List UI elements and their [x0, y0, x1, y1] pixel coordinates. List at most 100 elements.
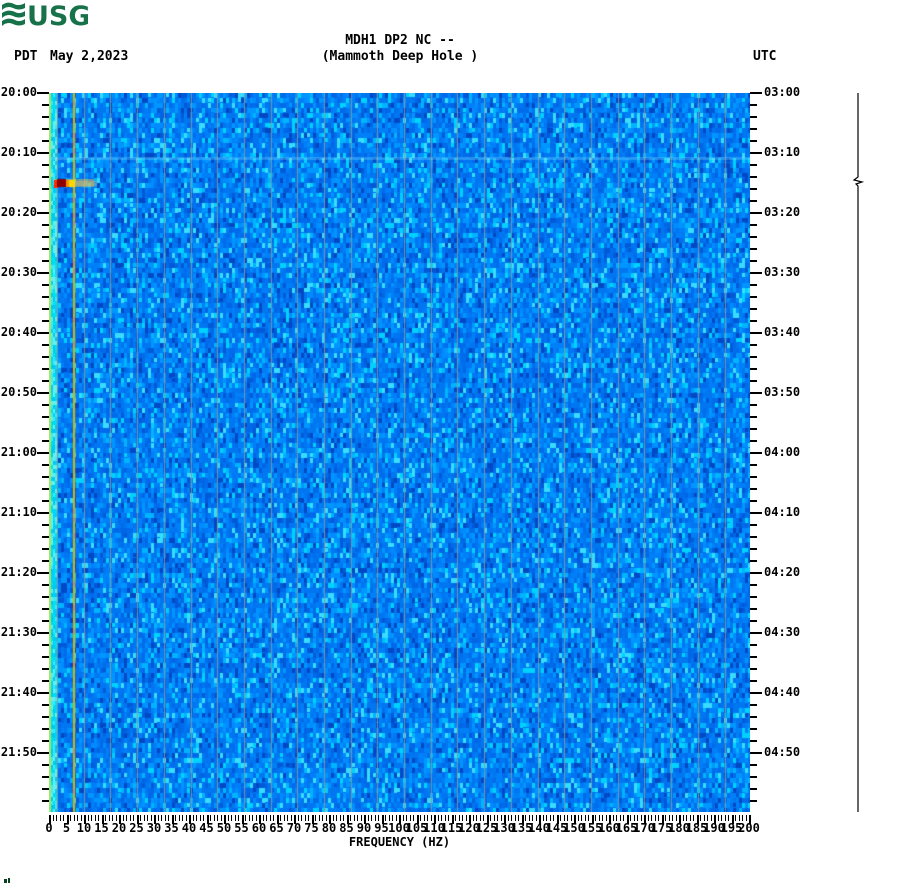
right-axis-tick: [750, 572, 762, 574]
left-axis-tick: [42, 560, 49, 562]
frequency-axis-tick: [297, 815, 299, 821]
left-axis-tick: [37, 452, 49, 454]
left-axis-tick: [37, 332, 49, 334]
right-axis-tick: [750, 584, 757, 586]
frequency-axis-tick: [91, 815, 92, 821]
frequency-axis-tick: [210, 815, 211, 821]
right-axis-tick: [750, 260, 757, 262]
left-axis-tick: [42, 308, 49, 310]
right-axis-tick: [750, 536, 757, 538]
right-axis-tick: [750, 368, 757, 370]
right-axis-tick-label: 04:10: [764, 505, 801, 519]
frequency-axis-tick: [227, 815, 229, 821]
right-axis-tick: [750, 548, 757, 550]
right-axis-tick: [750, 620, 757, 622]
left-axis-tick-label: 20:20: [0, 205, 37, 219]
right-axis-tick: [750, 764, 757, 766]
frequency-axis-tick: [231, 815, 232, 821]
left-axis-tick: [42, 104, 49, 106]
left-axis-tick: [42, 176, 49, 178]
frequency-axis-tick: [192, 815, 194, 821]
left-axis-tick: [42, 668, 49, 670]
frequency-axis-tick: [59, 815, 61, 821]
left-axis-tick: [37, 692, 49, 694]
left-axis-tick: [42, 608, 49, 610]
left-axis-tick: [42, 320, 49, 322]
left-axis-tick-label: 20:40: [0, 325, 37, 339]
frequency-axis-tick-label: 70: [286, 821, 302, 835]
right-axis-tick: [750, 740, 757, 742]
frequency-axis-tick: [140, 815, 141, 821]
frequency-axis-tick: [108, 815, 110, 821]
frequency-axis-tick: [735, 815, 736, 821]
left-axis-tick: [42, 356, 49, 358]
frequency-axis-tick-label: 25: [129, 821, 144, 835]
right-axis-tick: [750, 236, 757, 238]
frequency-axis-tick: [332, 815, 334, 821]
frequency-axis-tick: [525, 815, 526, 821]
left-axis-tick: [42, 344, 49, 346]
left-axis-tick: [42, 464, 49, 466]
right-axis-tick-label: 03:40: [764, 325, 801, 339]
frequency-axis-tick: [196, 815, 197, 821]
right-axis-tick: [750, 452, 762, 454]
right-axis-tick: [750, 476, 757, 478]
frequency-axis-tick-label: 60: [251, 821, 267, 835]
left-axis-tick: [37, 512, 49, 514]
frequency-axis-tick: [647, 815, 649, 821]
frequency-axis-tick: [336, 815, 337, 821]
frequency-axis-tick: [52, 815, 54, 821]
left-axis-tick: [42, 656, 49, 658]
frequency-axis-tick-label: 65: [269, 821, 284, 835]
frequency-axis-tick: [717, 815, 719, 821]
right-axis-tick: [750, 320, 757, 322]
left-axis-tick: [42, 740, 49, 742]
frequency-axis-tick: [262, 815, 264, 821]
right-axis-tick: [750, 416, 757, 418]
right-axis-tick: [750, 608, 757, 610]
frequency-axis-tick: [315, 815, 316, 821]
left-axis-tick-label: 21:30: [0, 625, 37, 639]
frequency-axis-tick-label: 5: [62, 821, 71, 835]
left-axis-tick: [42, 236, 49, 238]
left-axis-tick: [42, 788, 49, 790]
left-axis-tick: [42, 644, 49, 646]
frequency-axis-tick-label: 20: [111, 821, 127, 835]
left-axis-tick: [42, 140, 49, 142]
frequency-axis-tick-label: 55: [234, 821, 249, 835]
left-axis-tick-label: 21:00: [0, 445, 37, 459]
left-axis-tick-label: 21:40: [0, 685, 37, 699]
right-axis-tick: [750, 332, 762, 334]
frequency-axis-tick: [577, 815, 579, 821]
frequency-axis-tick: [560, 815, 561, 821]
right-axis-tick: [750, 680, 757, 682]
left-axis-tick: [42, 536, 49, 538]
frequency-axis-tick: [420, 815, 421, 821]
frequency-axis-tick: [105, 815, 106, 821]
frequency-axis-tick: [126, 815, 127, 821]
left-axis-tick-label: 20:00: [0, 85, 37, 99]
right-axis-tick: [750, 92, 762, 94]
left-axis-tick: [42, 284, 49, 286]
frequency-axis-tick: [87, 815, 89, 821]
right-axis-tick: [750, 728, 757, 730]
left-axis-tick: [42, 596, 49, 598]
frequency-axis-tick: [248, 815, 250, 821]
right-axis-tick: [750, 800, 757, 802]
left-axis-tick: [37, 92, 49, 94]
frequency-axis-label: FREQUENCY (HZ): [348, 835, 451, 849]
right-axis-tick: [750, 272, 762, 274]
left-axis-tick: [42, 416, 49, 418]
right-axis-tick-label: 04:50: [764, 745, 801, 759]
left-axis-tick: [42, 548, 49, 550]
frequency-axis-tick-label: 0: [45, 821, 53, 835]
frequency-axis-tick: [266, 815, 267, 821]
frequency-axis-tick: [318, 815, 320, 821]
frequency-axis-tick: [70, 815, 71, 821]
left-axis-tick: [42, 368, 49, 370]
frequency-axis-tick: [612, 815, 614, 821]
frequency-axis-tick-label: 80: [321, 821, 337, 835]
right-axis-tick: [750, 632, 762, 634]
frequency-axis-tick: [700, 815, 701, 821]
left-axis-tick: [42, 116, 49, 118]
